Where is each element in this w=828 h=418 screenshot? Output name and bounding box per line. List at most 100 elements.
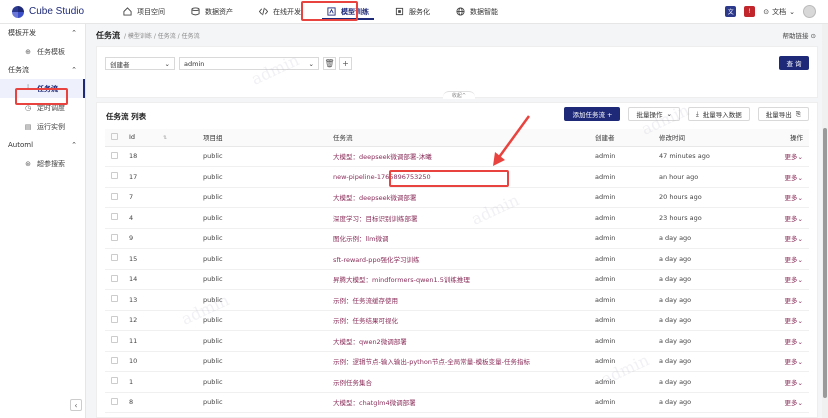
table-row[interactable]: 8 public 大模型：chatglm4微调部署 admin a day ago 更多⌄ [105, 392, 809, 413]
sidebar-item-task-template[interactable]: ⊕ 任务模板 [0, 42, 85, 61]
pipeline-link[interactable]: 大模型：qwen2微调部署 [333, 338, 407, 346]
chevron-down-icon: ⌄ [797, 153, 803, 162]
row-checkbox[interactable] [111, 172, 118, 180]
row-checkbox[interactable] [111, 254, 118, 262]
cell-group: public [203, 310, 333, 331]
delete-filter-button[interactable]: 🗑 [323, 57, 336, 70]
table-row[interactable]: 18 public 大模型：deepseek微调部署-沐曦 admin 47 minut… [105, 146, 809, 167]
more-actions-button[interactable]: 更多⌄ [785, 338, 803, 346]
nav-item-serving[interactable]: 服务化 [382, 0, 443, 23]
more-actions-button[interactable]: 更多⌄ [785, 215, 803, 223]
pipeline-link[interactable]: 大模型：deepseek微调部署-沐曦 [333, 153, 432, 161]
more-actions-button[interactable]: 更多⌄ [785, 317, 803, 325]
cell-creator: admin [595, 187, 659, 208]
pipeline-link[interactable]: 图化示例：llm微调 [333, 235, 388, 243]
batch-import-button[interactable]: ⤓ 批量导入数据 [687, 107, 750, 121]
search-settings-icon: ⊛ [25, 159, 31, 168]
column-header-id[interactable]: Id ⇅ [129, 129, 203, 147]
language-icon[interactable]: 文 [725, 6, 737, 17]
cell-id: 1 [129, 371, 203, 393]
collapse-filter-toggle[interactable]: 收起^ [443, 91, 475, 99]
more-actions-button[interactable]: 更多⌄ [785, 297, 803, 305]
more-actions-button[interactable]: 更多⌄ [785, 379, 803, 387]
pipeline-link[interactable]: 示例：任务结果可视化 [333, 317, 398, 325]
pipeline-link[interactable]: 示例任务集合 [333, 379, 372, 387]
row-checkbox[interactable] [111, 377, 118, 385]
table-row[interactable]: 12 public 示例：任务结果可视化 admin a day ago 更多⌄ [105, 310, 809, 331]
batch-export-button[interactable]: 批量导出 ⎘ [757, 107, 809, 121]
sidebar-item-run-instances[interactable]: ▤ 运行实例 [0, 117, 85, 136]
row-checkbox[interactable] [111, 274, 118, 282]
row-checkbox[interactable] [111, 151, 118, 159]
pipeline-link[interactable]: 昇腾大模型：mindformers-qwen1.5训练推理 [333, 276, 470, 284]
table-row[interactable]: 10 public 示例：逻辑节点-输入输出-python节点-全局常量-模板变量-… [105, 351, 809, 372]
more-actions-button[interactable]: 更多⌄ [785, 174, 803, 182]
row-checkbox[interactable] [111, 397, 118, 405]
row-checkbox[interactable] [111, 192, 118, 200]
table-row[interactable]: 15 public sft-reward-ppo强化学习训练 admin a day a… [105, 248, 809, 270]
sidebar-group-label: 模板开发 [8, 29, 36, 37]
filter-field-select[interactable]: 创建者 ⌄ [105, 57, 175, 70]
sidebar: 模板开发 ⌃ ⊕ 任务模板 任务流 ⌃ ⫶ 任务流 ◷ 定时调度 ▤ 运行实例 … [0, 24, 86, 418]
sidebar-group-label: Automl [8, 141, 34, 149]
table-row[interactable]: 4 public 深度学习：目标识别训练部署 admin 23 hours ago 更多⌄ [105, 207, 809, 229]
more-actions-button[interactable]: 更多⌄ [785, 194, 803, 202]
add-pipeline-button[interactable]: 添加任务流 + [564, 107, 621, 121]
select-all-checkbox[interactable] [111, 132, 118, 140]
row-checkbox[interactable] [111, 295, 118, 303]
sidebar-group-pipeline[interactable]: 任务流 ⌃ [0, 61, 85, 79]
more-actions-button[interactable]: 更多⌄ [785, 358, 803, 366]
filter-value-select[interactable]: admin ⌄ [179, 57, 319, 70]
cell-modified: a day ago [659, 228, 769, 249]
avatar[interactable] [803, 5, 816, 18]
help-link[interactable]: 帮助链接 ⊙ [782, 30, 816, 40]
table-row[interactable]: 14 public 昇腾大模型：mindformers-qwen1.5训练推理 adm… [105, 269, 809, 290]
pipeline-link[interactable]: 大模型：chatglm4微调部署 [333, 399, 416, 407]
pipeline-link[interactable]: 示例：逻辑节点-输入输出-python节点-全局常量-模板变量-任务指标 [333, 358, 530, 366]
more-actions-button[interactable]: 更多⌄ [785, 235, 803, 243]
row-checkbox[interactable] [111, 315, 118, 323]
sidebar-group-automl[interactable]: Automl ⌃ [0, 136, 85, 154]
row-checkbox[interactable] [111, 356, 118, 364]
pipeline-link[interactable]: sft-reward-ppo强化学习训练 [333, 256, 420, 264]
table-row[interactable]: 7 public 大模型：deepseek微调部署 admin 20 hours ago… [105, 187, 809, 208]
pipeline-link[interactable]: 示例：任务流缓存使用 [333, 297, 398, 305]
batch-actions-button[interactable]: 批量操作 ⌄ [628, 107, 680, 121]
page-title: 任务流 [96, 31, 120, 40]
nav-item-data-intelligence[interactable]: 数据智能 [443, 0, 511, 23]
more-actions-button[interactable]: 更多⌄ [785, 399, 803, 407]
page-scrollbar[interactable] [822, 24, 828, 418]
more-label: 更多 [784, 358, 798, 367]
filter-panel: 创建者 ⌄ admin ⌄ 🗑 + 查 询 收起^ [96, 46, 818, 99]
filter-value-text: admin [184, 59, 205, 68]
row-checkbox[interactable] [111, 336, 118, 344]
scrollbar-thumb[interactable] [823, 128, 827, 398]
sort-icon[interactable]: ⇅ [163, 135, 167, 141]
table-row[interactable]: 1 public 示例任务集合 admin a day ago 更多⌄ [105, 371, 809, 393]
table-row[interactable]: 13 public 示例：任务流缓存使用 admin a day ago 更多⌄ [105, 289, 809, 311]
collapse-sidebar-button[interactable]: ‹ [70, 399, 82, 411]
table-row[interactable]: 9 public 图化示例：llm微调 admin a day ago 更多⌄ [105, 228, 809, 249]
table-row[interactable]: 11 public 大模型：qwen2微调部署 admin a day ago 更多⌄ [105, 330, 809, 352]
cell-creator: admin [595, 248, 659, 270]
pipeline-link[interactable]: 深度学习：目标识别训练部署 [333, 215, 418, 223]
chevron-down-icon: ⌄ [164, 59, 170, 68]
more-actions-button[interactable]: 更多⌄ [785, 256, 803, 264]
nav-item-project-space[interactable]: 项目空间 [110, 0, 178, 23]
chevron-down-icon: ⌄ [797, 276, 803, 285]
cell-modified: a day ago [659, 269, 769, 290]
docs-link[interactable]: ⊙ 文档 ⌄ [763, 7, 795, 17]
search-button[interactable]: 查 询 [779, 56, 809, 70]
more-actions-button[interactable]: 更多⌄ [785, 153, 803, 161]
cell-group: public [203, 351, 333, 372]
row-checkbox[interactable] [111, 233, 118, 241]
row-checkbox[interactable] [111, 213, 118, 221]
pipeline-link[interactable]: 大模型：deepseek微调部署 [333, 194, 416, 202]
nav-item-data-assets[interactable]: 数据资产 [178, 0, 246, 23]
app-logo[interactable]: Cube Studio [0, 5, 110, 18]
notification-icon[interactable]: ! [744, 6, 756, 17]
add-filter-button[interactable]: + [339, 57, 352, 70]
sidebar-item-hyperparam-search[interactable]: ⊛ 超参搜索 [0, 154, 85, 173]
more-actions-button[interactable]: 更多⌄ [785, 276, 803, 284]
sidebar-group-template-dev[interactable]: 模板开发 ⌃ [0, 24, 85, 42]
